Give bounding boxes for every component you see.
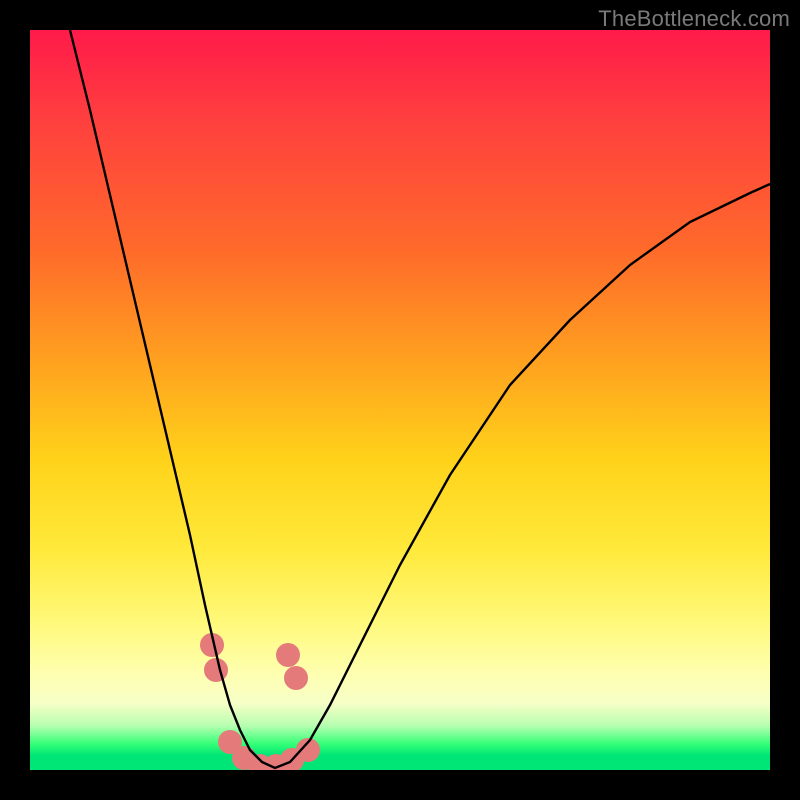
watermark-text: TheBottleneck.com — [598, 6, 790, 32]
plot-background-gradient — [30, 30, 770, 770]
chart-stage: TheBottleneck.com — [0, 0, 800, 800]
